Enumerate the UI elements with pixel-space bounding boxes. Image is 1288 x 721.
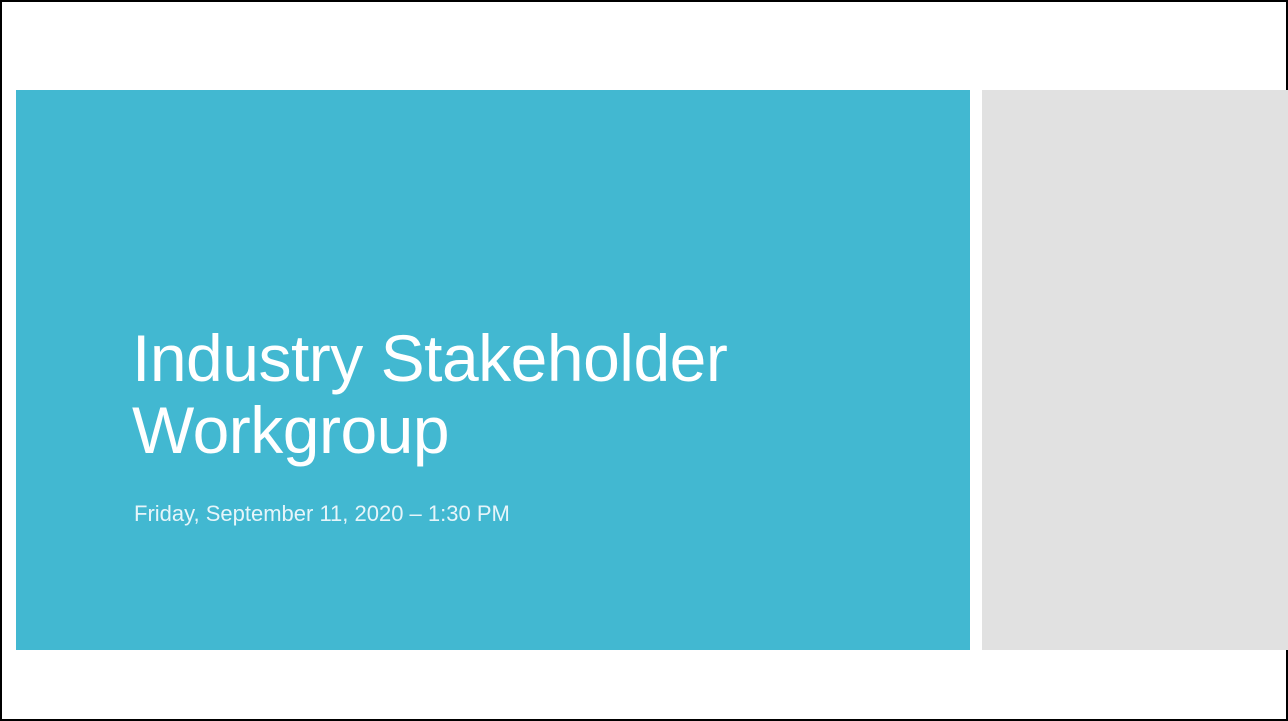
title-panel: Industry Stakeholder Workgroup Friday, S… <box>16 90 970 650</box>
slide: Industry Stakeholder Workgroup Friday, S… <box>0 0 1288 721</box>
slide-title: Industry Stakeholder Workgroup <box>132 321 728 467</box>
side-panel <box>982 90 1288 650</box>
slide-subtitle: Friday, September 11, 2020 – 1:30 PM <box>134 501 510 526</box>
